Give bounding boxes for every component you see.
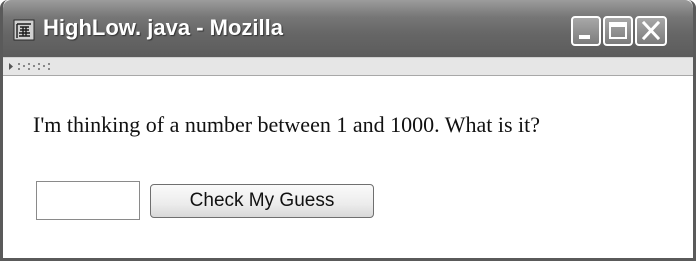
window-title: HighLow. java - Mozilla: [43, 15, 283, 40]
title-bar[interactable]: HighLow. java - Mozilla: [3, 0, 693, 57]
guess-input[interactable]: [36, 181, 140, 220]
minimize-button[interactable]: [571, 16, 601, 46]
toolbar-grip-icon[interactable]: [7, 60, 57, 73]
maximize-icon: [609, 22, 627, 39]
app-icon: [13, 19, 35, 41]
page-content: I'm thinking of a number between 1 and 1…: [3, 76, 693, 256]
minimize-icon: [579, 35, 590, 39]
check-guess-button[interactable]: Check My Guess: [150, 184, 374, 218]
collapsed-toolbar[interactable]: [3, 57, 693, 76]
maximize-button[interactable]: [603, 16, 633, 46]
close-icon: [641, 20, 661, 41]
prompt-text: I'm thinking of a number between 1 and 1…: [33, 112, 540, 137]
browser-window: HighLow. java - Mozilla I'm thinking of …: [0, 0, 696, 261]
close-button[interactable]: [635, 16, 667, 46]
